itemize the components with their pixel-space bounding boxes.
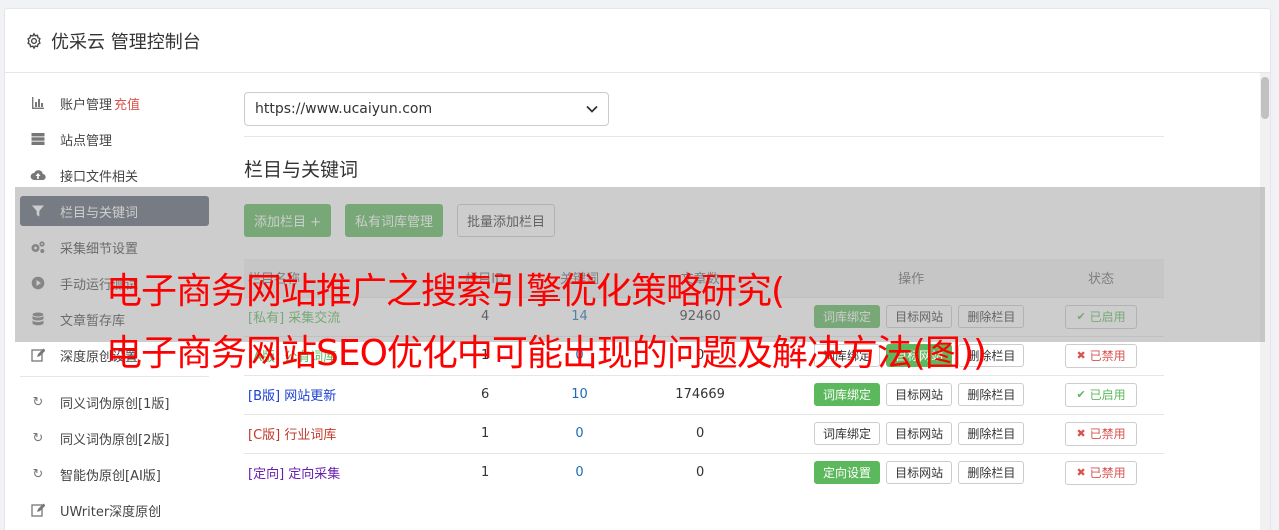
column-name: 行业词库 [284,428,337,443]
column-name-cell[interactable]: [定向] 定向采集 [244,453,428,492]
close-icon: ✖ [1076,427,1086,440]
edit-icon [30,502,46,518]
sidebar-item-uwriter[interactable]: UWriter深度原创 [20,495,209,525]
delete-column-button[interactable]: 删除栏目 [958,422,1025,445]
column-tag: [B版] [248,389,281,404]
article-count: 0 [695,426,705,441]
keyword-count[interactable]: 10 [543,375,616,414]
sidebar-item-label: 同义词伪原创[1版] [60,396,170,412]
status-toggle[interactable]: ✖ 已禁用 [1065,343,1137,368]
row-actions: 词库绑定 目标网站 删除栏目 [784,375,1038,414]
section-title: 栏目与关键词 [244,159,359,181]
delete-column-button[interactable]: 删除栏目 [958,461,1025,485]
sidebar-item-account[interactable]: 账户管理 充值 [20,88,209,118]
site-select[interactable]: https://www.ucaiyun.com [244,92,609,126]
cloud-upload-icon [30,167,46,183]
sidebar-item-synonym-v2[interactable]: ↻ 同义词伪原创[2版] [20,423,209,453]
status-label: 已禁用 [1089,349,1126,363]
refresh-icon: ↻ [32,430,44,446]
refresh-icon: ↻ [32,394,44,410]
target-site-button[interactable]: 目标网站 [886,461,953,485]
column-tag: [定向] [248,467,285,483]
edit-icon [30,347,46,363]
panel-header: 优采云 管理控制台 [5,9,1270,73]
site-select-value: https://www.ucaiyun.com [255,101,433,117]
chevron-down-icon [586,103,598,116]
targeted-settings-button[interactable]: 定向设置 [814,461,881,485]
column-id: 1 [481,426,490,441]
bar-chart-icon [30,95,46,111]
server-icon [30,131,46,147]
check-icon: ✔ [1076,388,1086,401]
sidebar-item-label: 账户管理 [60,97,113,113]
column-name: 定向采集 [288,467,341,483]
status-toggle[interactable]: ✖ 已禁用 [1065,460,1137,485]
status-label: 已禁用 [1089,466,1126,481]
column-name-cell[interactable]: [B版] 网站更新 [244,375,428,414]
divider [244,136,1164,137]
column-id: 6 [481,387,490,402]
row-actions: 定向设置 目标网站 删除栏目 [784,453,1038,492]
sidebar-item-label: 智能伪原创[AI版] [60,468,161,484]
refresh-icon: ↻ [32,466,44,482]
sidebar-item-label: 同义词伪原创[2版] [60,432,170,448]
bind-lexicon-button[interactable]: 词库绑定 [814,383,881,406]
column-id: 1 [481,465,490,481]
target-site-button[interactable]: 目标网站 [886,422,953,445]
sidebar-item-synonym-v1[interactable]: ↻ 同义词伪原创[1版] [20,387,209,417]
table-row: [B版] 网站更新 6 10 174669 词库绑定 目标网站 删除栏目 ✔ 已启… [244,375,1164,414]
sidebar-item-interface[interactable]: 接口文件相关 [20,160,209,190]
row-actions: 词库绑定 目标网站 删除栏目 [784,414,1038,453]
sidebar-divider [20,376,209,377]
target-site-button[interactable]: 目标网站 [886,383,953,406]
page-title: 优采云 管理控制台 [51,31,201,53]
column-name-cell[interactable]: [C版] 行业词库 [244,414,428,453]
status-label: 已启用 [1089,388,1126,402]
overlay-band [15,187,1265,342]
table-row: [定向] 定向采集 1 0 0 定向设置 目标网站 删除栏目 ✖ 已禁用 [244,453,1164,492]
overlay-headline-line2: 电子商务网站SEO优化中可能出现的问题及解决方法(图)) [106,333,987,374]
sidebar-item-label: 接口文件相关 [60,169,139,185]
bind-lexicon-button[interactable]: 词库绑定 [814,422,881,445]
sidebar-item-sites[interactable]: 站点管理 [20,124,209,154]
article-count: 0 [695,465,705,481]
column-name: 网站更新 [284,389,337,404]
column-tag: [C版] [248,428,281,443]
status-toggle[interactable]: ✖ 已禁用 [1065,421,1137,446]
keyword-count[interactable]: 0 [543,414,616,453]
close-icon: ✖ [1076,466,1086,480]
keyword-count[interactable]: 0 [543,453,616,492]
sidebar-item-label: 站点管理 [60,133,113,149]
gear-icon [27,32,41,49]
status-label: 已禁用 [1089,427,1126,441]
sidebar-item-label: UWriter深度原创 [60,504,162,520]
table-row: [C版] 行业词库 1 0 0 词库绑定 目标网站 删除栏目 ✖ 已禁用 [244,414,1164,453]
sidebar-item-ai-original[interactable]: ↻ 智能伪原创[AI版] [20,459,209,489]
delete-column-button[interactable]: 删除栏目 [958,383,1025,406]
close-icon: ✖ [1076,349,1086,362]
scrollbar-thumb[interactable] [1261,77,1269,119]
recharge-link[interactable]: 充值 [114,94,140,113]
article-count: 174669 [675,387,725,402]
status-toggle[interactable]: ✔ 已启用 [1065,382,1137,407]
overlay-headline-line1: 电子商务网站推广之搜索引擎优化策略研究( [106,271,785,312]
